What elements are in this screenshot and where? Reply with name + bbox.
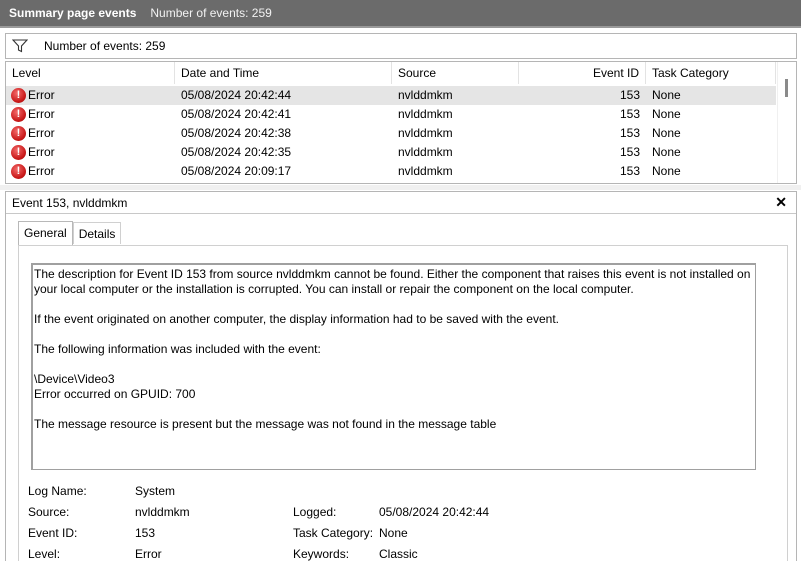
filter-event-count: Number of events: 259 [44,39,166,53]
table-row[interactable]: ! Error 05/08/2024 20:42:38 nvlddmkm 153 … [6,124,776,143]
event-id-label: Event ID: [28,526,78,540]
keywords-value: Classic [379,547,418,561]
event-id-value: 153 [135,526,156,540]
detail-tabs: General Details [18,221,122,245]
event-list-scrollbar[interactable] [777,62,796,183]
error-icon: ! [11,164,26,179]
row-event-id: 153 [619,145,640,159]
filter-icon[interactable] [12,39,28,53]
description-line: Error occurred on GPUID: 700 [34,387,196,401]
row-date: 05/08/2024 20:42:41 [181,107,292,121]
task-category-value: None [379,526,408,540]
description-line: The following information was included w… [34,342,321,356]
event-detail-pane: Event 153, nvlddmkm ✕ General Details Th… [5,191,797,561]
tab-general[interactable]: General [18,221,73,245]
column-header-date-time[interactable]: Date and Time [175,62,392,84]
general-tab-panel: The description for Event ID 153 from so… [18,245,788,561]
logged-value: 05/08/2024 20:42:44 [379,505,490,519]
row-level: Error [28,145,55,159]
table-row[interactable]: ! Error 05/08/2024 20:09:17 nvlddmkm 153 … [6,162,776,181]
close-icon[interactable]: ✕ [775,194,787,211]
column-header-level[interactable]: Level [6,62,175,84]
event-list-header: Level Date and Time Source Event ID Task… [6,62,776,84]
event-detail-title: Event 153, nvlddmkm [12,195,128,210]
description-line: \Device\Video3 [34,372,115,386]
row-task-category: None [652,126,681,140]
header-event-count: Number of events: 259 [150,6,272,20]
row-date: 05/08/2024 20:42:38 [181,126,292,140]
row-date: 05/08/2024 20:42:44 [181,88,292,102]
error-icon: ! [11,88,26,103]
row-date: 05/08/2024 20:42:35 [181,145,292,159]
row-date: 05/08/2024 20:09:17 [181,164,292,178]
description-line: The description for Event ID 153 from so… [34,267,751,281]
level-value: Error [135,547,162,561]
error-icon: ! [11,126,26,141]
scrollbar-thumb[interactable] [785,79,788,97]
log-name-label: Log Name: [28,484,87,498]
row-source: nvlddmkm [398,164,453,178]
column-header-source[interactable]: Source [392,62,519,84]
table-row[interactable]: ! Error 05/08/2024 20:42:44 nvlddmkm 153 … [6,86,776,105]
row-event-id: 153 [619,107,640,121]
row-event-id: 153 [619,88,640,102]
tab-details[interactable]: Details [72,222,122,244]
row-task-category: None [652,107,681,121]
column-header-task-category[interactable]: Task Category [646,62,776,84]
logged-label: Logged: [293,505,337,519]
header-title: Summary page events [9,6,137,20]
row-source: nvlddmkm [398,88,453,102]
column-header-event-id[interactable]: Event ID [519,62,646,84]
description-line: If the event originated on another compu… [34,312,559,326]
description-line: The message resource is present but the … [34,417,497,431]
filter-bar: Number of events: 259 [5,33,797,59]
description-line: your local computer or the installation … [34,282,634,296]
row-level: Error [28,88,55,102]
row-event-id: 153 [619,164,640,178]
row-task-category: None [652,145,681,159]
table-row[interactable]: ! Error 05/08/2024 20:42:41 nvlddmkm 153 … [6,105,776,124]
row-source: nvlddmkm [398,107,453,121]
log-name-value: System [135,484,176,498]
event-description[interactable]: The description for Event ID 153 from so… [31,263,756,470]
level-label: Level: [28,547,61,561]
row-level: Error [28,126,55,140]
row-event-id: 153 [619,126,640,140]
table-row[interactable]: ! Error 05/08/2024 20:42:35 nvlddmkm 153 … [6,143,776,162]
row-level: Error [28,164,55,178]
event-list: Level Date and Time Source Event ID Task… [5,61,797,184]
error-icon: ! [11,107,26,122]
row-task-category: None [652,164,681,178]
summary-header: Summary page events Number of events: 25… [0,0,801,28]
row-source: nvlddmkm [398,145,453,159]
source-label: Source: [28,505,70,519]
pane-splitter[interactable] [0,185,801,190]
source-value: nvlddmkm [135,505,190,519]
row-source: nvlddmkm [398,126,453,140]
error-icon: ! [11,145,26,160]
row-level: Error [28,107,55,121]
event-detail-header: Event 153, nvlddmkm ✕ [6,192,796,214]
task-category-label: Task Category: [293,526,374,540]
keywords-label: Keywords: [293,547,350,561]
row-task-category: None [652,88,681,102]
